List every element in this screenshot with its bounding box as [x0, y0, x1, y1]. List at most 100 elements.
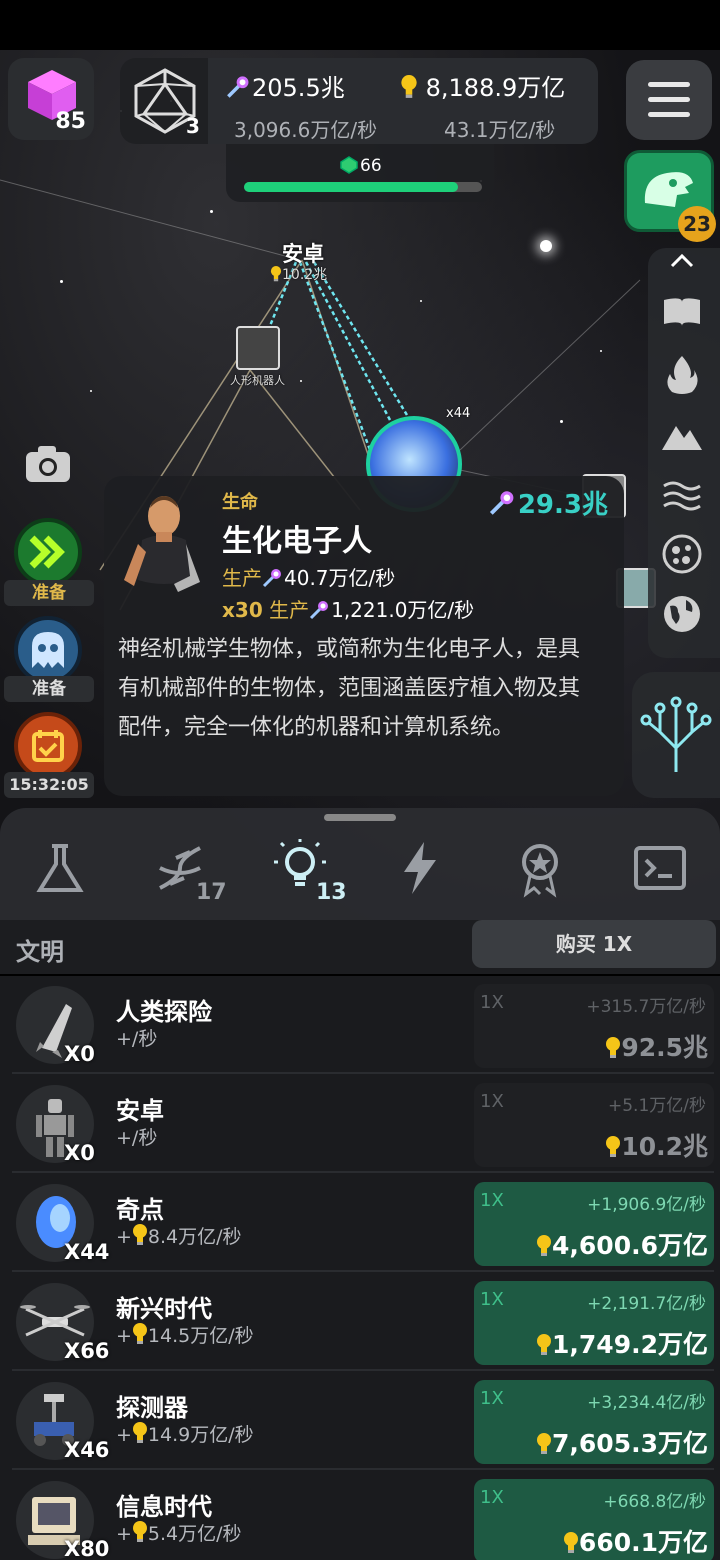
- idea-rate: 43.1万亿/秒: [444, 118, 556, 142]
- gem-count: 66: [360, 156, 382, 176]
- gem-progress: 66: [226, 144, 494, 202]
- primary-rate: 3,096.6万亿/秒: [234, 118, 378, 142]
- civilization-list: X0 人类探险 +/秒 1X +315.7万亿/秒 92.5兆 X0 安卓 +/…: [0, 976, 720, 1560]
- info-description: 神经机械学生物体，或简称为生化电子人，是具有机械部件的生物体，范围涵盖医疗植入物…: [118, 637, 581, 740]
- buy-cost: 92.5兆: [605, 1028, 708, 1064]
- list-item-android[interactable]: X0 安卓 +/秒 1X +5.1万亿/秒 10.2兆: [12, 1075, 714, 1173]
- fire-icon[interactable]: [660, 352, 704, 396]
- item-name: 信息时代: [116, 1493, 212, 1521]
- calendar-button[interactable]: [14, 712, 82, 780]
- buy-button[interactable]: 1X +315.7万亿/秒 92.5兆: [474, 984, 714, 1068]
- list-item-human-exploration[interactable]: X0 人类探险 +/秒 1X +315.7万亿/秒 92.5兆: [12, 976, 714, 1074]
- drawer-handle[interactable]: [324, 814, 396, 821]
- list-item-singularity[interactable]: X44 奇点 +8.4万亿/秒 1X +1,906.9亿/秒 4,600.6万亿: [12, 1174, 714, 1272]
- buy-multiplier: 1X: [480, 992, 504, 1013]
- item-name: 奇点: [116, 1196, 164, 1224]
- buy-quantity-button[interactable]: 购买 1X: [472, 920, 716, 968]
- side-rail: [648, 248, 720, 658]
- buy-button[interactable]: 1X +3,234.4亿/秒 7,605.3万亿: [474, 1380, 714, 1464]
- buy-cost: 1,749.2万亿: [536, 1325, 708, 1361]
- buy-increment: +2,191.7亿/秒: [587, 1294, 706, 1314]
- lightning-icon[interactable]: [390, 838, 450, 898]
- item-name: 新兴时代: [116, 1295, 212, 1323]
- buy-button[interactable]: 1X +1,906.9亿/秒 4,600.6万亿: [474, 1182, 714, 1266]
- event-timer: 15:32:05: [4, 772, 94, 798]
- idea-resource: 8,188.9万亿: [400, 68, 565, 103]
- buy-cost: 660.1万亿: [563, 1523, 708, 1559]
- mountain-icon[interactable]: [660, 412, 704, 456]
- fast-forward-button[interactable]: [14, 518, 82, 586]
- buy-multiplier: 1X: [480, 1091, 504, 1112]
- list-title: 文明: [16, 938, 64, 966]
- buy-button[interactable]: 1X +668.8亿/秒 660.1万亿: [474, 1479, 714, 1560]
- gem-progress-fill: [244, 182, 459, 192]
- item-count: X44: [64, 1240, 110, 1264]
- camera-icon[interactable]: [24, 444, 72, 484]
- info-value: 29.3兆: [488, 484, 608, 521]
- item-rate: +8.4万亿/秒: [116, 1226, 242, 1248]
- info-title: 生化电子人: [222, 524, 372, 559]
- buy-button[interactable]: 1X +2,191.7亿/秒 1,749.2万亿: [474, 1281, 714, 1365]
- level-number: 3: [186, 114, 200, 138]
- gem-progress-track: [244, 182, 482, 192]
- ready-tag-1: 准备: [4, 580, 94, 606]
- category-tabs: 17 13: [0, 808, 720, 920]
- list-item-probe[interactable]: X46 探测器 +14.9万亿/秒 1X +3,234.4亿/秒 7,605.3…: [12, 1372, 714, 1470]
- cube-count: 85: [55, 109, 86, 134]
- info-category: 生命: [222, 492, 258, 513]
- buy-cost: 10.2兆: [605, 1127, 708, 1163]
- buy-multiplier: 1X: [480, 1190, 504, 1211]
- terminal-icon[interactable]: [630, 838, 690, 898]
- globe-icon[interactable]: [660, 592, 704, 636]
- list-item-information-age[interactable]: X80 信息时代 +5.4万亿/秒 1X +668.8亿/秒 660.1万亿: [12, 1471, 714, 1560]
- game-screen: 安卓 10.2兆 人形机器人 x44 准备 准备 15:32:05 85 3 2…: [0, 0, 720, 1560]
- primary-resource: 205.5兆: [226, 68, 345, 103]
- item-count: X0: [64, 1141, 95, 1165]
- android-thumb[interactable]: [236, 326, 280, 370]
- buy-multiplier: 1X: [480, 1487, 504, 1508]
- info-production-total: x30 生产 1,221.0万亿/秒: [222, 598, 475, 622]
- item-rate: +/秒: [116, 1127, 158, 1149]
- cyborg-portrait: [124, 496, 200, 592]
- orb-multiplier: x44: [446, 406, 471, 421]
- list-item-emerging-era[interactable]: X66 新兴时代 +14.5万亿/秒 1X +2,191.7亿/秒 1,749.…: [12, 1273, 714, 1371]
- cyborg-info-card: 生命 生化电子人 生产 40.7万亿/秒 x30 生产 1,221.0万亿/秒 29…: [104, 476, 624, 796]
- buy-increment: +3,234.4亿/秒: [587, 1393, 706, 1413]
- buy-cost: 4,600.6万亿: [536, 1226, 708, 1262]
- buy-increment: +1,906.9亿/秒: [587, 1195, 706, 1215]
- buy-multiplier: 1X: [480, 1388, 504, 1409]
- buy-increment: +668.8亿/秒: [603, 1492, 706, 1512]
- buy-increment: +315.7万亿/秒: [586, 997, 706, 1017]
- item-count: X66: [64, 1339, 110, 1363]
- resource-panel: 3 205.5兆 3,096.6万亿/秒 8,188.9万亿 43.1万亿/秒: [120, 58, 598, 144]
- android-thumb-caption: 人形机器人: [230, 374, 285, 387]
- lightbulb-count: 13: [316, 880, 347, 905]
- buy-increment: +5.1万亿/秒: [607, 1096, 706, 1116]
- tech-tree-button[interactable]: [632, 672, 720, 798]
- item-name: 探测器: [116, 1394, 188, 1422]
- item-rate: +5.4万亿/秒: [116, 1523, 242, 1545]
- book-icon[interactable]: [660, 290, 704, 334]
- flask-icon[interactable]: [30, 838, 90, 898]
- item-count: X0: [64, 1042, 95, 1066]
- menu-button[interactable]: [626, 60, 712, 140]
- dinosaur-badge: 23: [678, 206, 716, 242]
- item-name: 人类探险: [116, 998, 212, 1026]
- item-count: X46: [64, 1438, 110, 1462]
- item-rate: +14.9万亿/秒: [116, 1424, 254, 1446]
- dna-count: 17: [196, 880, 227, 905]
- node-android-value: 10.2兆: [270, 264, 327, 284]
- status-bar: [0, 0, 720, 50]
- buy-cost: 7,605.3万亿: [536, 1424, 708, 1460]
- ready-tag-2: 准备: [4, 676, 94, 702]
- item-name: 安卓: [116, 1097, 164, 1125]
- cell-icon[interactable]: [660, 532, 704, 576]
- buy-button[interactable]: 1X +5.1万亿/秒 10.2兆: [474, 1083, 714, 1167]
- medal-icon[interactable]: [510, 838, 570, 898]
- gem-icon: [340, 156, 358, 174]
- waves-icon[interactable]: [660, 472, 704, 516]
- ghost-button[interactable]: [14, 616, 82, 684]
- collapse-icon[interactable]: [660, 250, 704, 272]
- item-count: X80: [64, 1537, 110, 1560]
- cube-currency-button[interactable]: 85: [8, 58, 94, 140]
